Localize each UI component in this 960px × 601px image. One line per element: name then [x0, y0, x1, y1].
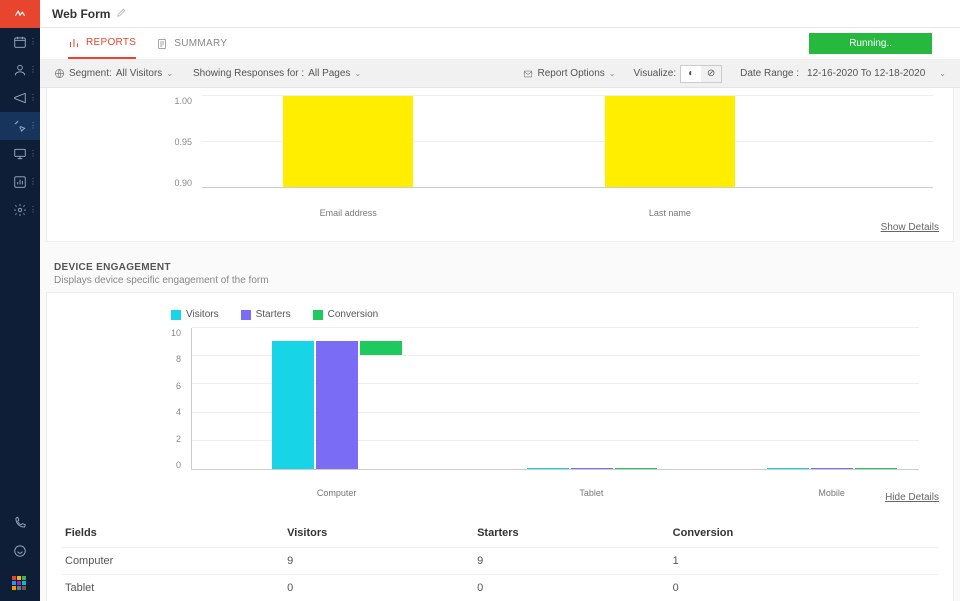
sidebar-item-calendar[interactable]: ⋮ — [0, 28, 40, 56]
tab-reports[interactable]: REPORTS — [68, 29, 136, 59]
visualize-option-b[interactable]: ⊘ — [701, 66, 721, 82]
sidebar-item-chart[interactable]: ⋮ — [0, 168, 40, 196]
show-details-link[interactable]: Show Details — [47, 218, 953, 241]
tab-summary[interactable]: SUMMARY — [156, 30, 227, 58]
device-engagement-header: DEVICE ENGAGEMENT Displays device specif… — [40, 252, 960, 288]
report-options-dropdown[interactable]: Report Options ⌄ — [522, 68, 616, 79]
section-heading: DEVICE ENGAGEMENT — [54, 262, 946, 273]
chevron-down-icon: ⌄ — [939, 69, 946, 78]
document-icon — [156, 38, 168, 50]
sidebar-item-settings[interactable]: ⋮ — [0, 196, 40, 224]
hide-details-link[interactable]: Hide Details — [61, 488, 939, 511]
device-engagement-chart: 1086420 ComputerTabletMobile — [61, 328, 939, 488]
sidebar-item-apps[interactable] — [0, 565, 40, 593]
table-row: Computer991 — [61, 548, 939, 575]
section-subheading: Displays device specific engagement of t… — [54, 275, 946, 286]
content-scroll[interactable]: 1.000.950.90 Email addressLast name Show… — [40, 88, 960, 601]
sidebar-item-monitor[interactable]: ⋮ — [0, 140, 40, 168]
table-header: Starters — [473, 517, 669, 548]
chevron-down-icon: ⌄ — [166, 69, 173, 78]
running-button[interactable]: Running.. — [809, 33, 932, 54]
tab-row: REPORTS SUMMARY Running.. — [40, 28, 960, 60]
page-title: Web Form — [52, 7, 110, 21]
chevron-down-icon: ⌄ — [609, 69, 616, 78]
table-header: Conversion — [669, 517, 939, 548]
sidebar-item-click[interactable]: ⋮ — [0, 112, 40, 140]
sidebar-item-campaign[interactable]: ⋮ — [0, 84, 40, 112]
table-header: Fields — [61, 517, 283, 548]
mail-icon — [522, 69, 534, 79]
app-logo[interactable] — [0, 0, 40, 28]
visualize-toggle: Visualize: ◐ ⊘ — [633, 65, 722, 83]
tab-label: SUMMARY — [174, 38, 227, 49]
segment-dropdown[interactable]: Segment: All Visitors ⌄ — [54, 68, 173, 79]
chart-legend: Visitors Starters Conversion — [171, 309, 939, 320]
date-range-dropdown[interactable]: Date Range : 12-16-2020 To 12-18-2020 ⌄ — [740, 68, 946, 79]
chart-icon — [68, 37, 80, 49]
tab-label: REPORTS — [86, 37, 136, 48]
filter-bar: Segment: All Visitors ⌄ Showing Response… — [40, 60, 960, 88]
titlebar: Web Form — [40, 0, 960, 28]
sidebar-bottom — [0, 509, 40, 593]
field-engagement-chart: 1.000.950.90 Email addressLast name — [47, 88, 953, 218]
table-header: Visitors — [283, 517, 473, 548]
table-row: Tablet000 — [61, 575, 939, 601]
responses-dropdown[interactable]: Showing Responses for : All Pages ⌄ — [193, 68, 361, 79]
visualize-option-a[interactable]: ◐ — [681, 66, 701, 82]
sidebar-item-phone[interactable] — [0, 509, 40, 537]
edit-title-icon[interactable] — [116, 7, 127, 21]
chevron-down-icon: ⌄ — [354, 69, 361, 78]
globe-icon — [54, 68, 65, 79]
sidebar: ⋮ ⋮ ⋮ ⋮ ⋮ ⋮ ⋮ — [0, 0, 40, 601]
sidebar-item-chat[interactable] — [0, 537, 40, 565]
device-table: FieldsVisitorsStartersConversion Compute… — [46, 517, 954, 601]
sidebar-item-user[interactable]: ⋮ — [0, 56, 40, 84]
